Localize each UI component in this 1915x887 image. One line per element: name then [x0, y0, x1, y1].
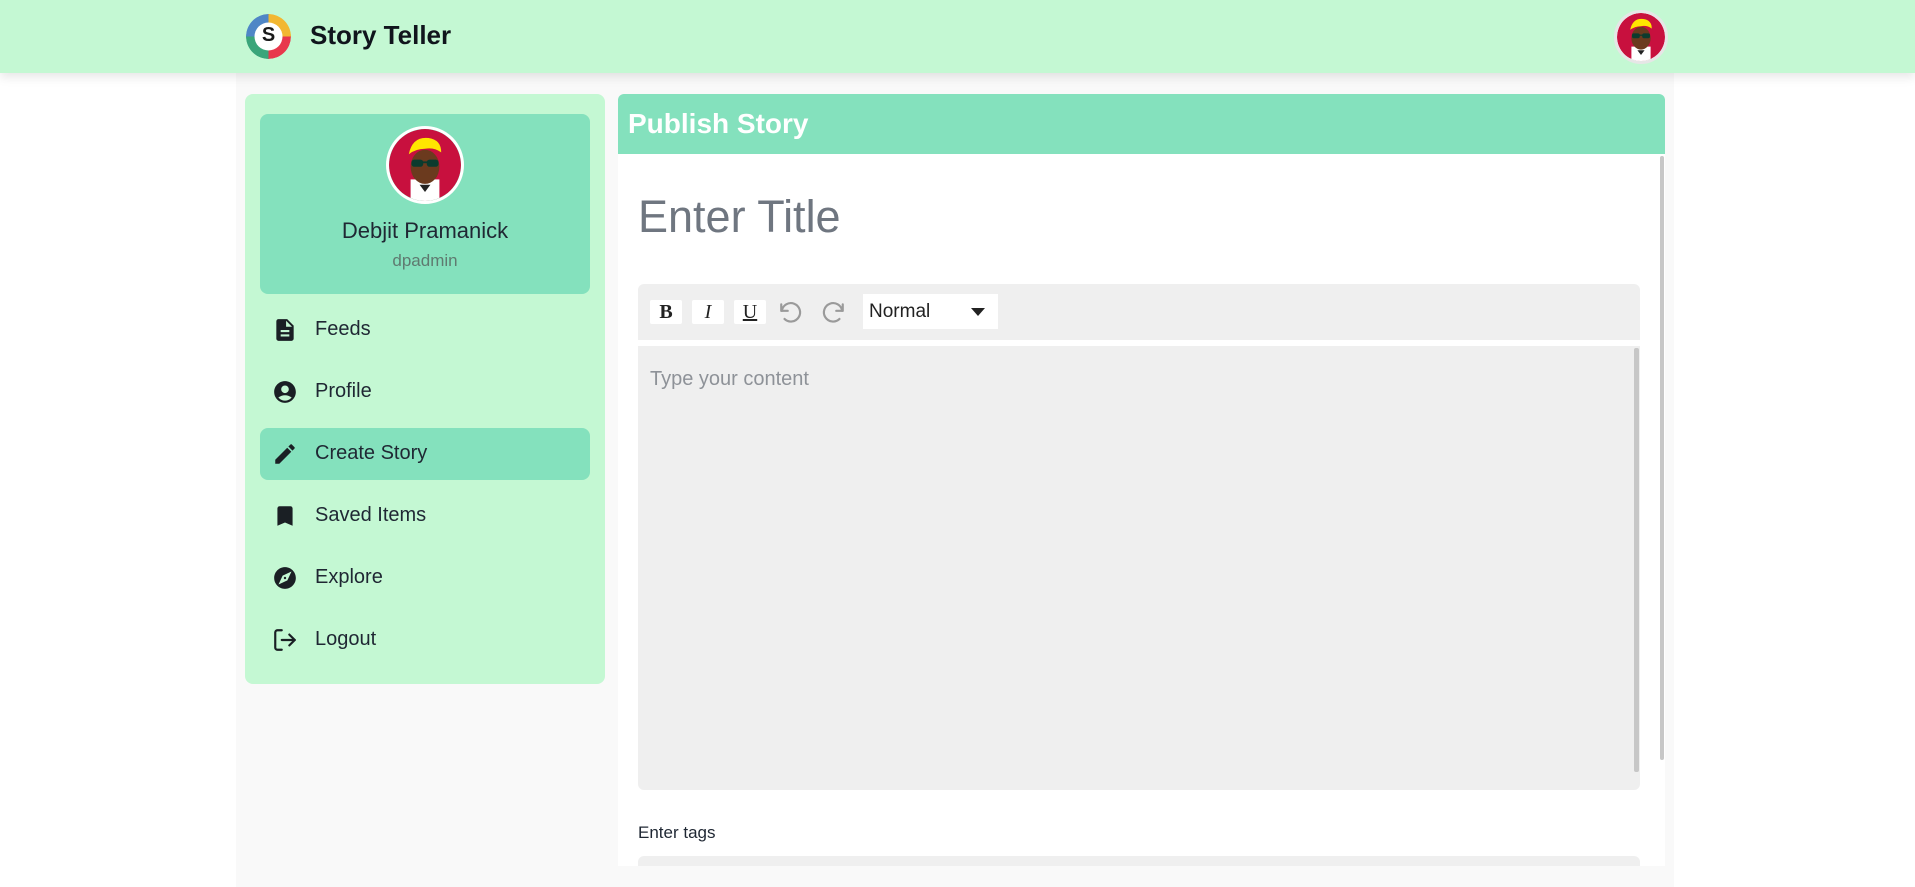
underline-button[interactable]: U	[734, 300, 766, 324]
italic-button[interactable]: I	[692, 300, 724, 324]
app-logo[interactable]: S	[246, 14, 291, 59]
chevron-down-icon	[971, 308, 985, 316]
sidebar-item-feeds[interactable]: Feeds	[260, 304, 590, 356]
sidebar-item-label: Create Story	[315, 442, 428, 464]
logout-icon	[272, 627, 298, 653]
profile-card: Debjit Pramanick dpadmin	[260, 114, 590, 294]
bold-button[interactable]: B	[650, 300, 682, 324]
redo-icon[interactable]	[820, 300, 848, 326]
editor-scrollbar[interactable]	[1634, 348, 1639, 772]
sidebar-item-logout[interactable]: Logout	[260, 614, 590, 666]
text-format-select[interactable]: Normal	[863, 294, 998, 329]
publish-story-panel: Publish Story B I U Normal Type your con…	[618, 94, 1665, 866]
content-placeholder: Type your content	[650, 368, 809, 390]
profile-avatar[interactable]	[386, 126, 464, 204]
sidebar-item-label: Logout	[315, 628, 377, 650]
profile-username: dpadmin	[392, 251, 458, 270]
format-select-value: Normal	[869, 301, 931, 322]
story-content-editor[interactable]: Type your content	[638, 346, 1640, 790]
sidebar-item-label: Feeds	[315, 318, 371, 340]
app-title[interactable]: Story Teller	[310, 20, 451, 51]
document-icon	[272, 317, 298, 343]
undo-icon[interactable]	[778, 300, 806, 326]
editor-toolbar: B I U Normal	[638, 284, 1640, 340]
sidebar-item-explore[interactable]: Explore	[260, 552, 590, 604]
sidebar-item-profile[interactable]: Profile	[260, 366, 590, 418]
tags-label: Enter tags	[638, 823, 716, 842]
compass-icon	[272, 565, 298, 591]
tags-input[interactable]	[638, 856, 1640, 866]
sidebar-item-label: Profile	[315, 380, 372, 402]
sidebar-item-saved-items[interactable]: Saved Items	[260, 490, 590, 542]
logo-letter: S	[261, 24, 276, 46]
story-title-input[interactable]	[638, 182, 1618, 252]
header-avatar[interactable]	[1614, 10, 1668, 64]
profile-name: Debjit Pramanick	[341, 218, 509, 243]
bookmark-icon	[272, 503, 298, 529]
pencil-icon	[272, 441, 298, 467]
top-bar: S Story Teller	[0, 0, 1915, 73]
panel-scrollbar-thumb[interactable]	[1660, 156, 1664, 760]
sidebar-item-create-story[interactable]: Create Story	[260, 428, 590, 480]
sidebar-item-label: Saved Items	[315, 504, 427, 526]
panel-header: Publish Story	[618, 94, 1665, 154]
sidebar-item-label: Explore	[315, 566, 383, 588]
panel-title: Publish Story	[628, 108, 809, 139]
account-circle-icon	[272, 379, 298, 405]
